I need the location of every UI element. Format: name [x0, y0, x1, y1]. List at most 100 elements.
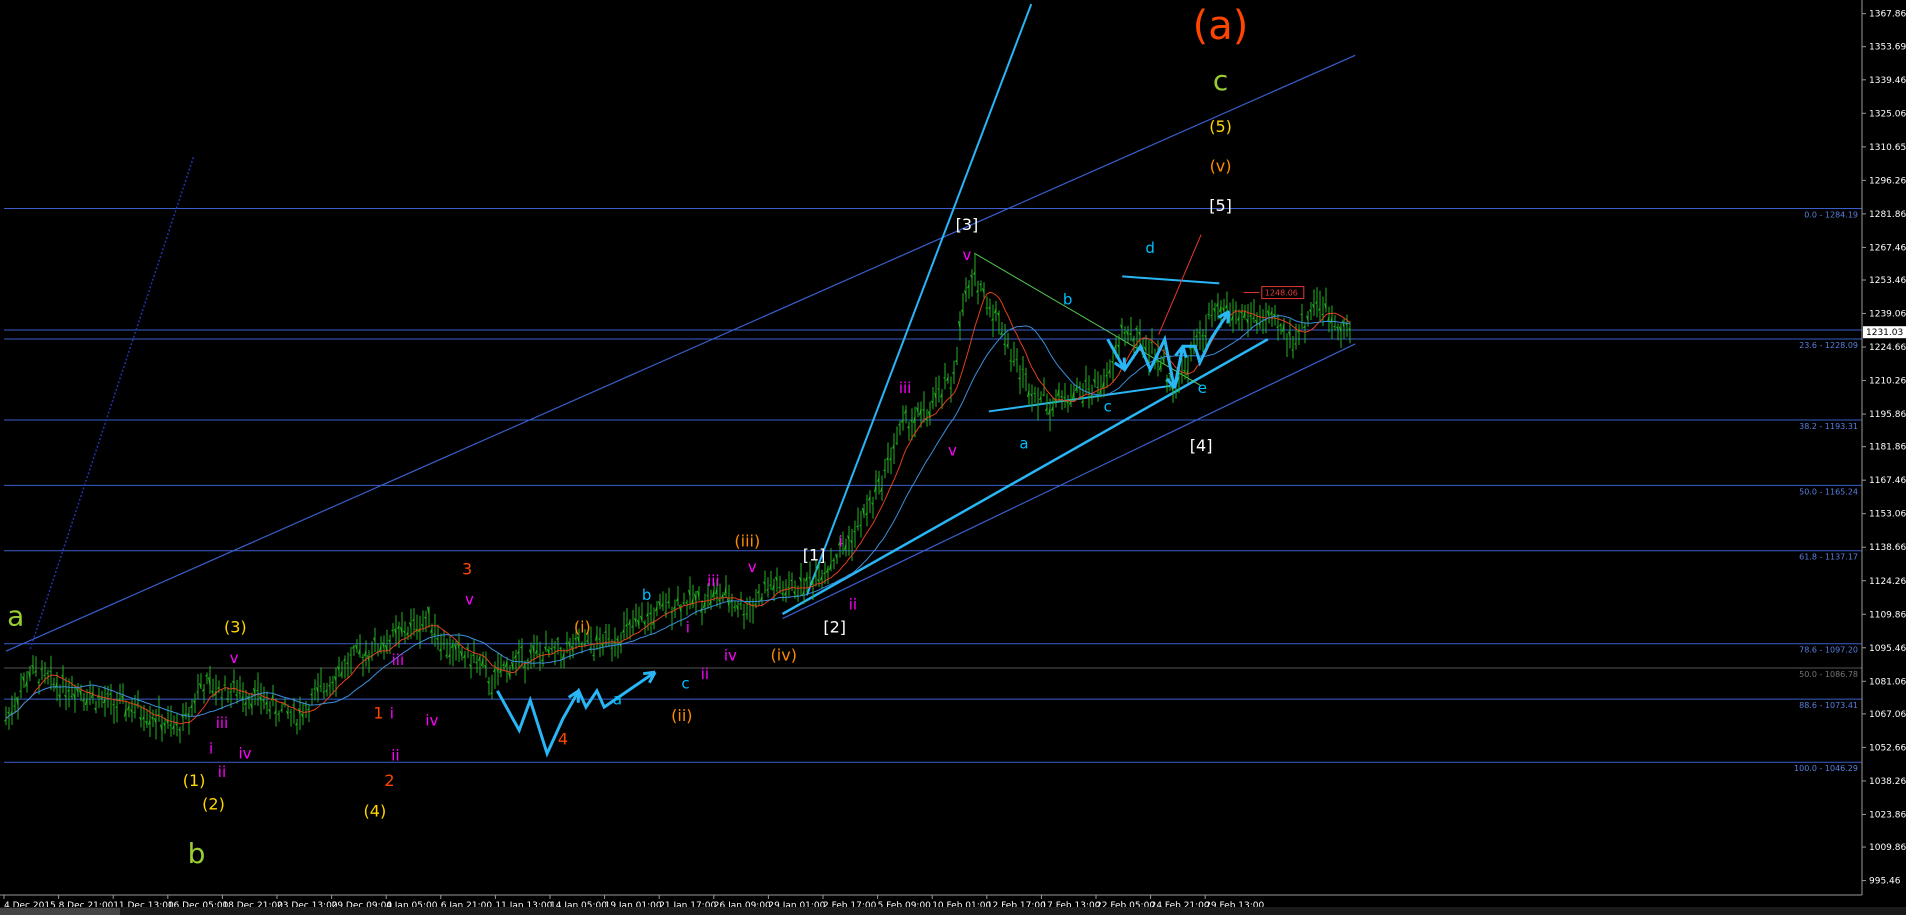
price-tick-label: 1224.66 [1869, 343, 1906, 353]
price-tick-label: 1325.06 [1869, 109, 1906, 119]
fib-level-label: 38.2 - 1193.31 [1799, 422, 1858, 431]
wave-label: (3) [224, 618, 247, 637]
alert-price-label: 1248.06 [1265, 289, 1298, 298]
wave-label: v [948, 442, 957, 460]
price-tick-label: 1267.46 [1869, 243, 1906, 253]
wave-label: i [390, 705, 394, 723]
wave-label: (2) [202, 794, 225, 813]
chart-area[interactable]: 0.0 - 1284.19 23.6 - 1228.09 38.2 - 1193.3… [0, 0, 1906, 915]
price-bar-open [229, 691, 232, 693]
fib-level-label: 100.0 - 1046.29 [1794, 764, 1858, 773]
fib-level-label: 78.6 - 1097.20 [1799, 646, 1858, 655]
price-tick-label: 1339.46 [1869, 76, 1906, 86]
price-bar-open [133, 711, 136, 714]
price-tick-label: 1138.66 [1869, 543, 1906, 553]
wave-label: (4) [364, 801, 387, 820]
wave-label: iii [216, 714, 229, 732]
wave-label: v [465, 591, 474, 609]
price-tick-label: 1253.46 [1869, 276, 1906, 286]
price-tick-label: 1281.86 [1869, 210, 1906, 220]
wave-label: ii [701, 665, 709, 683]
price-bar-open [556, 638, 559, 640]
price-bar-open [814, 575, 817, 578]
price-bar-open [313, 688, 316, 690]
price-bar-open [787, 586, 790, 589]
price-bar-open [1150, 341, 1153, 344]
price-bar-open [223, 684, 226, 686]
price-bar-open [1294, 343, 1297, 345]
wave-label: v [230, 649, 239, 667]
wave-label: iv [239, 744, 252, 762]
wave-label: iv [724, 647, 737, 665]
wave-label: (iii) [734, 531, 760, 550]
price-tick-label: 1067.06 [1869, 710, 1906, 720]
bottom-strip [0, 907, 1906, 915]
price-tick-label: 1038.26 [1869, 777, 1906, 787]
price-tick-label: 1353.69 [1869, 43, 1906, 53]
wave-label: iv [425, 712, 438, 730]
wave-label: (v) [1210, 157, 1232, 176]
fib-level-label: 0.0 - 1284.19 [1804, 210, 1858, 219]
wave-label: i [209, 740, 213, 758]
wave-label: iii [899, 379, 912, 397]
wave-label: e [1198, 379, 1207, 397]
wave-label: [4] [1190, 436, 1213, 455]
price-tick-label: 1109.86 [1869, 610, 1906, 620]
wave-label: c [681, 674, 689, 692]
price-bar-open [115, 706, 118, 709]
price-bar-open [778, 586, 781, 589]
wave-label: (1) [183, 771, 206, 790]
price-tick-label: 1153.06 [1869, 510, 1906, 520]
scrollbar-thumb[interactable] [0, 908, 120, 915]
price-tick-label: 995.46 [1869, 877, 1901, 887]
price-tick-label: 1009.86 [1869, 843, 1906, 853]
wave-label: a [1019, 435, 1028, 453]
wave-label: (i) [574, 618, 591, 637]
wave-label: (a) [1193, 3, 1249, 49]
wave-label: 2 [384, 771, 394, 790]
price-bar-open [106, 693, 109, 695]
price-bar-open [238, 692, 241, 694]
wave-label: (iv) [771, 646, 797, 665]
wave-label: (5) [1209, 117, 1232, 136]
price-tick-label: 1181.86 [1869, 443, 1906, 453]
current-price-label: 1231.03 [1866, 328, 1903, 338]
price-tick-label: 1195.86 [1869, 410, 1906, 420]
fib-level-label: 88.6 - 1073.41 [1799, 701, 1858, 710]
wave-label: 4 [558, 729, 568, 748]
fib-level-label: 23.6 - 1228.09 [1799, 341, 1858, 350]
price-bar-open [949, 387, 952, 390]
wave-label: ii [391, 747, 399, 765]
wave-label: [5] [1209, 196, 1232, 215]
wave-label: 3 [462, 559, 472, 578]
price-bar-open [13, 705, 16, 707]
price-bar-open [790, 579, 793, 582]
wave-label: [1] [803, 545, 826, 564]
price-tick-label: 1167.46 [1869, 476, 1906, 486]
price-tick-label: 1239.06 [1869, 310, 1906, 320]
price-bar-open [256, 689, 259, 692]
wave-label: a [613, 691, 622, 709]
wave-label: v [963, 246, 972, 264]
price-tick-label: 1367.86 [1869, 10, 1906, 20]
price-bar-open [1291, 349, 1294, 351]
wave-label: c [1213, 64, 1228, 97]
fib-level-label: 50.0 - 1165.24 [1799, 487, 1858, 496]
price-tick-label: 1095.46 [1869, 644, 1906, 654]
price-tick-label: 1124.26 [1869, 577, 1906, 587]
price-bar-open [1015, 358, 1018, 361]
wave-label: i [686, 619, 690, 637]
wave-label: b [1063, 290, 1073, 308]
wave-label: i [839, 532, 843, 550]
price-bar-open [1333, 325, 1336, 328]
wave-label: (ii) [671, 706, 692, 725]
wave-label: b [642, 586, 652, 604]
wave-label: d [1145, 239, 1155, 257]
wave-label: ii [849, 595, 857, 613]
price-bar-open [40, 668, 43, 671]
price-tick-label: 1210.26 [1869, 377, 1906, 387]
price-tick-label: 1310.65 [1869, 143, 1906, 153]
price-tick-label: 1081.06 [1869, 677, 1906, 687]
wave-label: iii [707, 572, 720, 590]
wave-label: v [748, 558, 757, 576]
